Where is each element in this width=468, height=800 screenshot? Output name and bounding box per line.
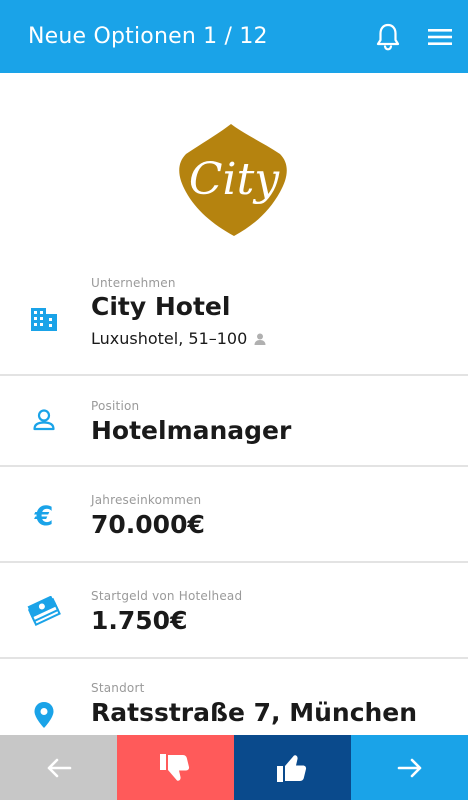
money-icon xyxy=(27,596,61,626)
salary-row: € Jahreseinkommen 70.000€ xyxy=(0,467,468,563)
position-value: Hotelmanager xyxy=(91,416,292,445)
location-label: Standort xyxy=(91,681,145,695)
arrow-left-icon xyxy=(47,758,71,777)
bonus-row: Startgeld von Hotelhead 1.750€ xyxy=(0,563,468,659)
company-icon-wrap xyxy=(26,301,62,337)
page-title: Neue Optionen 1 / 12 xyxy=(28,24,268,49)
menu-button[interactable] xyxy=(416,13,464,61)
bonus-value: 1.750€ xyxy=(91,606,188,635)
notifications-button[interactable] xyxy=(364,13,412,61)
bonus-icon-wrap xyxy=(26,593,62,629)
thumbs-down-icon xyxy=(159,753,189,781)
person-icon xyxy=(33,409,55,431)
position-row: Position Hotelmanager xyxy=(0,376,468,467)
logo-text: City xyxy=(189,154,280,205)
salary-icon-wrap: € xyxy=(26,497,62,533)
company-row: Unternehmen City Hotel Luxushotel, 51–10… xyxy=(0,266,468,376)
location-value: Ratsstraße 7, München xyxy=(91,698,418,727)
hamburger-menu-icon xyxy=(428,28,452,45)
top-app-bar: Neue Optionen 1 / 12 xyxy=(0,0,468,73)
building-icon xyxy=(31,308,57,331)
back-button[interactable] xyxy=(0,735,117,800)
svg-text:€: € xyxy=(34,501,54,529)
company-label: Unternehmen xyxy=(91,276,176,290)
next-button[interactable] xyxy=(351,735,468,800)
dislike-button[interactable] xyxy=(117,735,234,800)
bonus-label: Startgeld von Hotelhead xyxy=(91,589,243,603)
thumbs-up-icon xyxy=(276,754,306,782)
arrow-right-icon xyxy=(397,758,421,777)
company-name: City Hotel xyxy=(91,292,231,321)
company-details-text: Luxushotel, 51–100 xyxy=(91,329,248,348)
salary-value: 70.000€ xyxy=(91,510,205,539)
company-details: Luxushotel, 51–100 xyxy=(91,329,267,348)
position-label: Position xyxy=(91,399,140,413)
company-logo: City xyxy=(0,120,468,240)
position-icon-wrap xyxy=(26,402,62,438)
euro-icon: € xyxy=(34,501,54,529)
bell-icon xyxy=(376,23,400,50)
like-button[interactable] xyxy=(234,735,351,800)
location-pin-icon xyxy=(34,702,54,728)
salary-label: Jahreseinkommen xyxy=(91,493,202,507)
location-icon-wrap xyxy=(26,697,62,733)
bottom-action-bar xyxy=(0,735,468,800)
city-logo: City xyxy=(179,124,287,236)
person-small-icon xyxy=(254,333,266,345)
